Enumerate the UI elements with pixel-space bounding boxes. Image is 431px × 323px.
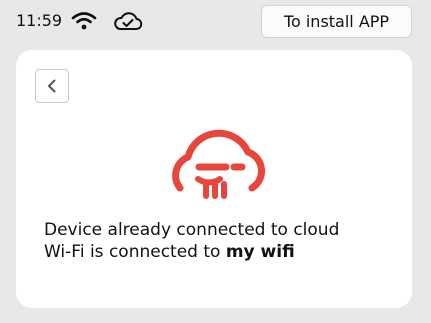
install-app-button[interactable]: To install APP xyxy=(261,5,412,38)
cloud-logo-icon xyxy=(162,124,270,200)
wifi-name: my wifi xyxy=(225,242,295,262)
wifi-icon xyxy=(70,10,98,32)
device-cloud-status-text: Device already connected to cloud xyxy=(44,220,340,240)
back-button[interactable] xyxy=(35,69,69,103)
status-bar: 11:59 To install APP xyxy=(0,0,431,44)
cloud-check-icon xyxy=(113,10,143,32)
wifi-status-prefix: Wi-Fi is connected to xyxy=(44,242,226,262)
status-time: 11:59 xyxy=(16,11,63,30)
connection-status-card: Device already connected to cloud Wi-Fi … xyxy=(16,50,412,308)
wifi-status-text: Wi-Fi is connected to my wifi xyxy=(44,241,295,263)
